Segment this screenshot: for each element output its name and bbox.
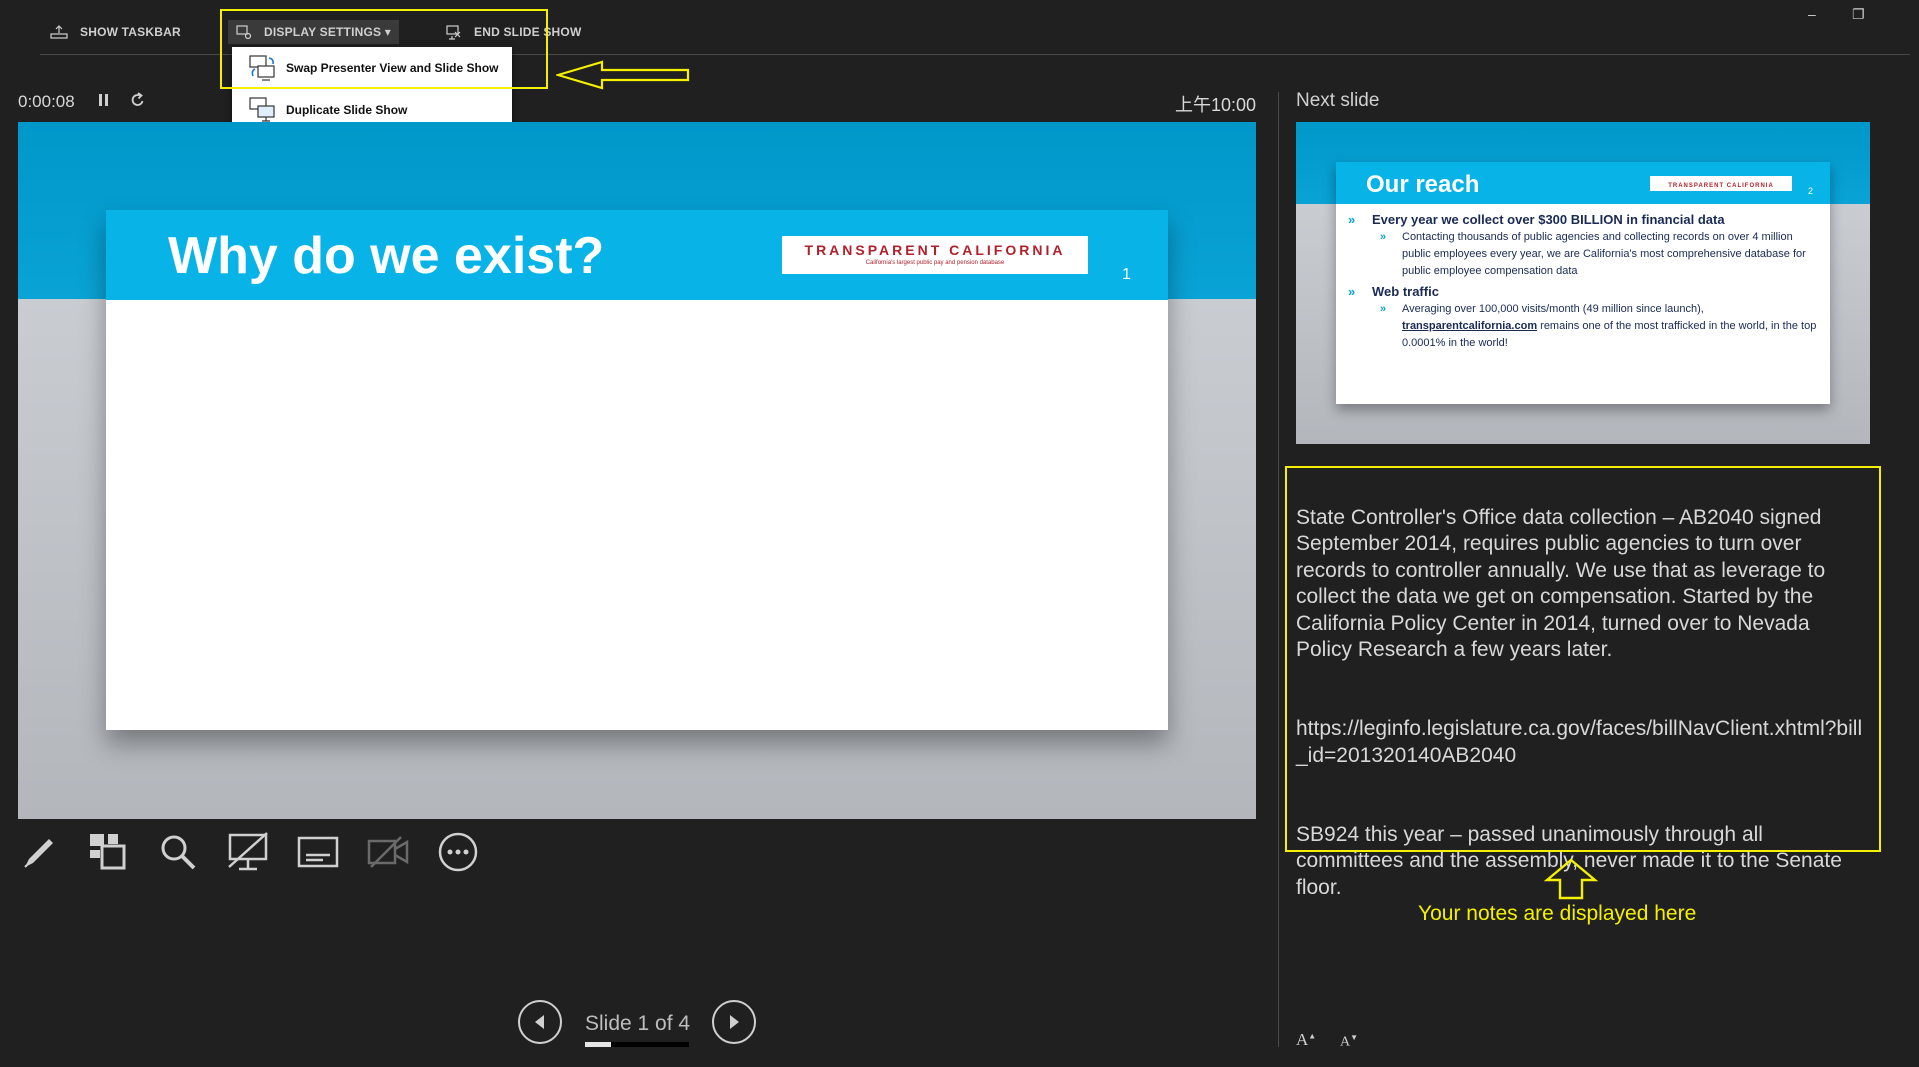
bullet-2-text: Web traffic [1372, 284, 1439, 299]
bullet-2-sub: » Averaging over 100,000 visits/month (4… [1348, 301, 1818, 352]
pane-divider[interactable] [1278, 92, 1279, 1047]
elapsed-timer: 0:00:08 [18, 92, 75, 111]
slide-card: Why do we exist? TRANSPARENT CALIFORNIA … [106, 210, 1168, 730]
zoom-icon[interactable] [156, 830, 200, 874]
next-slide-logo: TRANSPARENT CALIFORNIA [1650, 176, 1792, 191]
slide-header: Why do we exist? TRANSPARENT CALIFORNIA … [106, 210, 1168, 300]
duplicate-monitors-icon [249, 97, 275, 122]
sub-bullet-chevron-icon: » [1380, 303, 1387, 315]
bullet-1-sub-text: Contacting thousands of public agencies … [1402, 231, 1806, 277]
left-arrow-icon [556, 60, 690, 90]
decrease-font-button[interactable]: A▼ [1340, 1033, 1358, 1051]
sub-bullet-chevron-icon: » [1380, 231, 1387, 243]
transparent-california-logo: TRANSPARENT CALIFORNIA California's larg… [782, 236, 1088, 274]
slide-title: Why do we exist? [168, 227, 605, 285]
next-slide-body: » Every year we collect over $300 BILLIO… [1348, 212, 1818, 352]
bullet-1: » Every year we collect over $300 BILLIO… [1348, 212, 1818, 228]
bullet-1-sub: » Contacting thousands of public agencie… [1348, 229, 1818, 280]
bullet-1-text: Every year we collect over $300 BILLION … [1372, 212, 1725, 227]
show-taskbar-label: SHOW TASKBAR [80, 25, 181, 39]
more-options-icon[interactable] [436, 830, 480, 874]
decrease-font-caret: ▼ [1350, 1033, 1359, 1042]
show-taskbar-button[interactable]: SHOW TASKBAR [50, 22, 181, 42]
duplicate-label: Duplicate Slide Show [286, 103, 408, 117]
slide-number: 1 [1122, 266, 1131, 283]
previous-slide-button[interactable] [518, 1000, 562, 1044]
next-slide-logo-text: TRANSPARENT CALIFORNIA [1668, 183, 1774, 189]
next-slide-number: 2 [1808, 186, 1814, 196]
logo-tagline: California's largest public pay and pens… [865, 260, 1005, 266]
bullet-2: » Web traffic [1348, 284, 1818, 300]
next-slide-title: Our reach [1366, 171, 1480, 198]
subtitles-icon[interactable] [296, 830, 340, 874]
see-all-slides-icon[interactable] [86, 830, 130, 874]
transparentcalifornia-link: transparentcalifornia.com [1402, 320, 1538, 332]
next-slide-label: Next slide [1296, 90, 1380, 111]
pause-icon[interactable] [98, 92, 110, 113]
notes-callout-text: Your notes are displayed here [1418, 902, 1697, 925]
bullet-chevron-icon: » [1348, 284, 1356, 299]
next-slide-card: Our reach TRANSPARENT CALIFORNIA 2 » Eve… [1336, 162, 1830, 404]
decrease-font-label: A [1340, 1034, 1351, 1050]
logo-main-text: TRANSPARENT CALIFORNIA [804, 242, 1066, 258]
increase-font-caret: ▲ [1308, 1031, 1317, 1041]
next-icon [730, 1015, 739, 1029]
notes-paragraph-1: State Controller's Office data collectio… [1296, 505, 1826, 662]
slide-counter[interactable]: Slide 1 of 4 [585, 1012, 690, 1036]
current-slide[interactable]: Why do we exist? TRANSPARENT CALIFORNIA … [18, 122, 1256, 819]
display-settings-highlight [220, 9, 548, 89]
bullet-2-sub-before: Averaging over 100,000 visits/month (49 … [1402, 303, 1704, 315]
notes-paragraph-2: https://leginfo.legislature.ca.gov/faces… [1296, 717, 1863, 767]
increase-font-button[interactable]: A▲ [1296, 1030, 1316, 1050]
restart-timer-icon[interactable] [130, 92, 146, 113]
up-arrow-icon [1544, 858, 1598, 900]
slide-progress-fill [585, 1042, 611, 1047]
next-slide-preview[interactable]: Our reach TRANSPARENT CALIFORNIA 2 » Eve… [1296, 122, 1870, 444]
pen-tool-icon[interactable] [18, 830, 62, 874]
restore-button[interactable]: ❐ [1852, 6, 1865, 23]
next-slide-header: Our reach TRANSPARENT CALIFORNIA 2 [1336, 162, 1830, 204]
next-slide-button[interactable] [712, 1000, 756, 1044]
increase-font-label: A [1296, 1030, 1309, 1049]
bullet-chevron-icon: » [1348, 212, 1356, 227]
black-screen-icon[interactable] [226, 830, 270, 874]
clock: 上午10:00 [1174, 95, 1256, 115]
camera-off-icon[interactable] [366, 830, 410, 874]
minimize-button[interactable]: – [1808, 6, 1816, 22]
taskbar-icon [50, 25, 68, 39]
previous-icon [535, 1015, 544, 1029]
